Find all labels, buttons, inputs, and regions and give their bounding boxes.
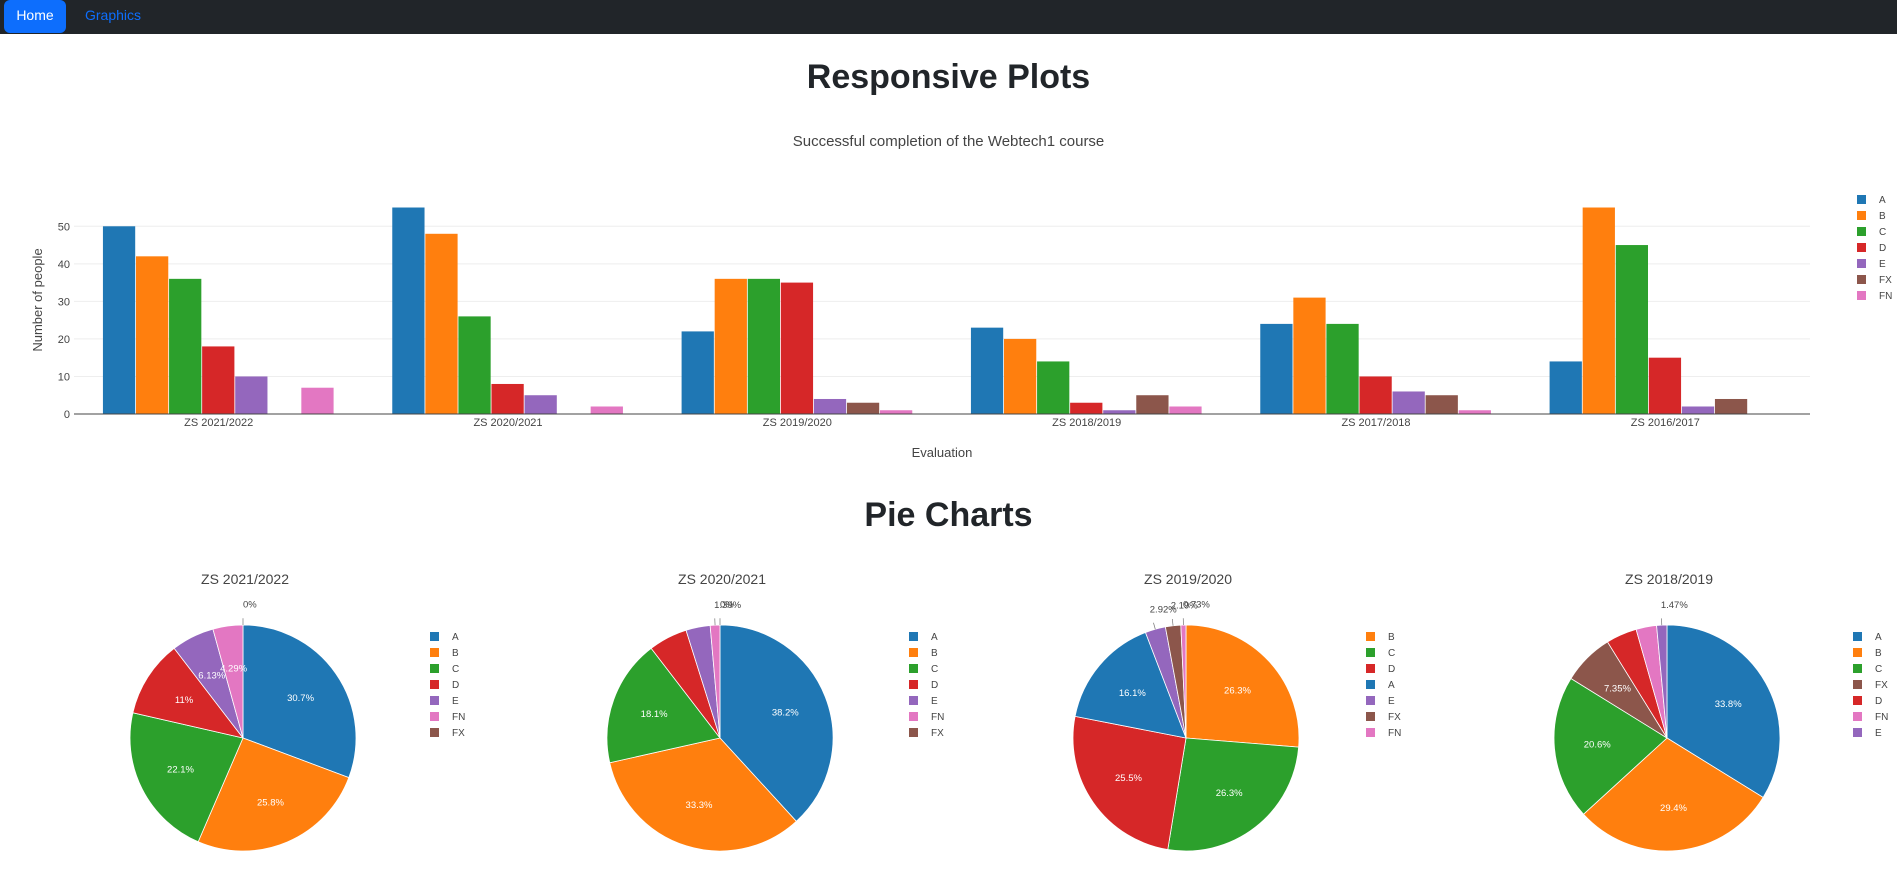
slice-label: 25.8% xyxy=(257,797,284,808)
legend-label: A xyxy=(1388,680,1395,691)
legend-swatch xyxy=(1853,680,1862,689)
legend-swatch xyxy=(1366,696,1375,705)
legend-swatch xyxy=(1853,664,1862,673)
legend-label: FN xyxy=(931,712,944,723)
pie-title: ZS 2020/2021 xyxy=(678,571,766,587)
pie-charts: ZS 2021/202230.7%25.8%22.1%11%6.13%4.29%… xyxy=(129,571,1888,852)
legend-swatch xyxy=(430,648,439,657)
slice-label: 0.73% xyxy=(1183,600,1210,611)
legend-swatch xyxy=(430,664,439,673)
legend-label: A xyxy=(452,632,459,643)
legend-label: FN xyxy=(1875,712,1888,723)
pie-title: ZS 2021/2022 xyxy=(201,571,289,587)
slice-label: 1.47% xyxy=(1661,600,1688,611)
legend-label: FX xyxy=(1875,680,1888,691)
pie-title: ZS 2019/2020 xyxy=(1144,571,1232,587)
legend-swatch xyxy=(1853,648,1862,657)
legend-label: C xyxy=(931,664,938,675)
legend-label: E xyxy=(931,696,938,707)
legend-swatch xyxy=(1853,728,1862,737)
slice-label: 0% xyxy=(243,600,257,611)
slice-label: 4.29% xyxy=(220,664,247,675)
slice-label: 25.5% xyxy=(1115,773,1142,784)
legend-label: FN xyxy=(452,712,465,723)
legend-swatch xyxy=(1366,648,1375,657)
legend-label: E xyxy=(452,696,459,707)
slice-label: 30.7% xyxy=(287,693,314,704)
slice-label: 29.4% xyxy=(1660,803,1687,814)
legend-swatch xyxy=(1366,680,1375,689)
slice-label: 0% xyxy=(720,600,734,611)
legend-label: FX xyxy=(1388,712,1401,723)
legend-swatch xyxy=(909,680,918,689)
legend-label: C xyxy=(1875,664,1882,675)
legend-label: FX xyxy=(452,728,465,739)
legend-label: A xyxy=(931,632,938,643)
legend-swatch xyxy=(1366,664,1375,673)
slice-label: 22.1% xyxy=(167,765,194,776)
legend-swatch xyxy=(909,632,918,641)
legend-label: B xyxy=(452,648,459,659)
legend-swatch xyxy=(1366,632,1375,641)
slice-label: 11% xyxy=(175,695,194,706)
legend-swatch xyxy=(1853,696,1862,705)
legend-label: D xyxy=(1875,696,1882,707)
legend-label: A xyxy=(1875,632,1882,643)
pie-title: ZS 2018/2019 xyxy=(1625,571,1713,587)
legend-swatch xyxy=(430,728,439,737)
legend-swatch xyxy=(430,632,439,641)
slice-label: 33.8% xyxy=(1715,699,1742,710)
slice-label: 26.3% xyxy=(1224,686,1251,697)
legend-label: B xyxy=(1875,648,1882,659)
legend-label: D xyxy=(1388,664,1395,675)
legend-label: E xyxy=(1388,696,1395,707)
legend-label: D xyxy=(452,680,459,691)
legend-swatch xyxy=(909,664,918,673)
slice-label: 33.3% xyxy=(686,800,713,811)
legend-label: D xyxy=(931,680,938,691)
slice-label-leader xyxy=(1153,622,1156,630)
legend-swatch xyxy=(909,728,918,737)
legend-swatch xyxy=(909,712,918,721)
legend-label: E xyxy=(1875,728,1882,739)
legend-label: C xyxy=(1388,648,1395,659)
legend-swatch xyxy=(909,648,918,657)
legend-swatch xyxy=(430,696,439,705)
legend-label: B xyxy=(1388,632,1395,643)
slice-label: 18.1% xyxy=(641,709,668,720)
slice-label: 38.2% xyxy=(772,708,799,719)
legend-label: C xyxy=(452,664,459,675)
slice-label: 26.3% xyxy=(1216,788,1243,799)
legend-label: FN xyxy=(1388,728,1401,739)
legend-swatch xyxy=(430,680,439,689)
legend-label: B xyxy=(931,648,938,659)
legend-label: FX xyxy=(931,728,944,739)
slice-label: 16.1% xyxy=(1119,688,1146,699)
slice-label: 7.35% xyxy=(1604,683,1631,694)
legend-swatch xyxy=(909,696,918,705)
legend-swatch xyxy=(430,712,439,721)
slice-label: 20.6% xyxy=(1584,739,1611,750)
legend-swatch xyxy=(1853,632,1862,641)
slice-label-leader xyxy=(1171,618,1174,626)
legend-swatch xyxy=(1366,728,1375,737)
legend-swatch xyxy=(1366,712,1375,721)
legend-swatch xyxy=(1853,712,1862,721)
